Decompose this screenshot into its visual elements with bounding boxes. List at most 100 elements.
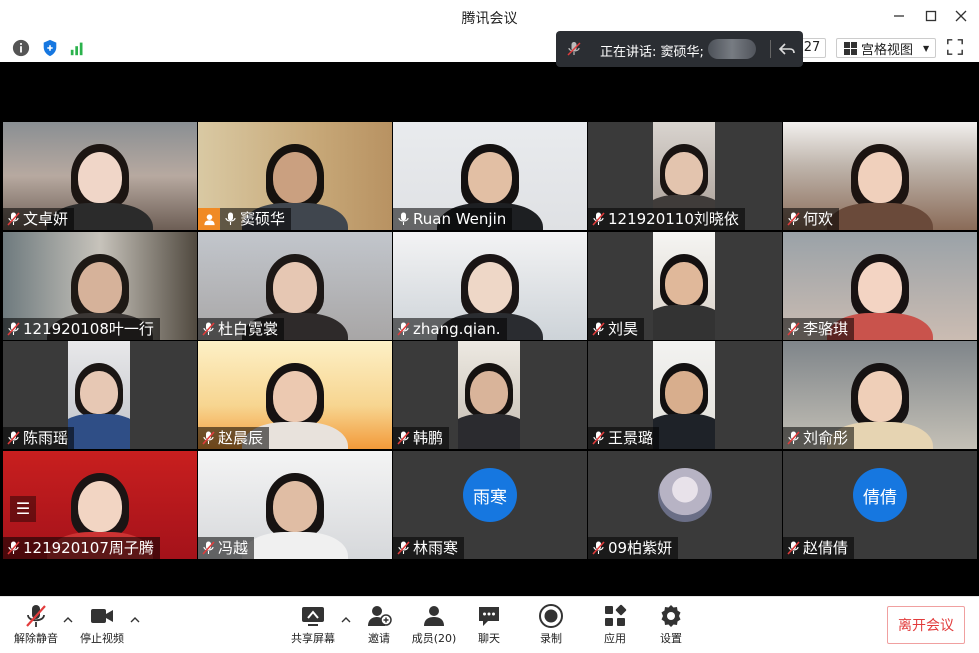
title-bar: 腾讯会议 (0, 0, 979, 34)
shoulders (242, 531, 348, 559)
video-tile[interactable]: Ruan Wenjin (393, 122, 587, 230)
stop-video-button[interactable]: 停止视频 (72, 601, 132, 649)
shoulders (827, 202, 933, 230)
invite-button[interactable]: 邀请 (349, 601, 409, 649)
divider (770, 40, 771, 58)
minimize-button[interactable] (884, 4, 914, 28)
participant-name: 刘俞彤 (803, 429, 849, 447)
info-icon (12, 39, 30, 57)
shoulders (653, 413, 715, 449)
video-tile[interactable]: 121920110刘晓依 (588, 122, 782, 230)
face (858, 262, 902, 313)
members-button[interactable]: 成员(20) (404, 601, 464, 649)
view-mode-dropdown[interactable]: 宫格视图 ▼ (836, 38, 936, 58)
face (858, 152, 902, 203)
grid-icon (844, 41, 857, 55)
close-button[interactable] (946, 4, 976, 28)
face (273, 371, 317, 422)
video-tile[interactable]: 09柏紫妍 (588, 451, 782, 559)
video-tile[interactable]: 冯越 (198, 451, 392, 559)
signal-icon (70, 42, 83, 56)
shoulders (653, 304, 715, 340)
participant-name-bar: 窦硕华 (220, 208, 292, 230)
video-tile[interactable]: zhang.qian. (393, 232, 587, 340)
participant-name-bar: 121920107周子腾 (3, 537, 160, 559)
menu-icon[interactable]: ☰ (10, 496, 36, 522)
video-tile[interactable]: 窦硕华 (198, 122, 392, 230)
mic-muted-icon (26, 605, 46, 627)
chevron-up-icon[interactable] (130, 615, 140, 625)
video-tile[interactable]: 杜白霓裳 (198, 232, 392, 340)
participant-name-bar: 刘俞彤 (783, 427, 855, 449)
camera-icon (91, 609, 113, 623)
share-screen-button[interactable]: 共享屏幕 (283, 601, 343, 649)
participant-video (653, 341, 715, 449)
participant-name: 冯越 (218, 539, 249, 557)
face (78, 262, 122, 313)
maximize-icon (925, 10, 937, 22)
video-tile[interactable]: 韩鹏 (393, 341, 587, 449)
fullscreen-button[interactable] (946, 38, 966, 58)
participant-name: 陈雨瑶 (23, 429, 69, 447)
fullscreen-icon (947, 39, 963, 55)
leave-meeting-button[interactable]: 离开会议 (887, 606, 965, 644)
record-label: 录制 (540, 632, 562, 645)
participant-name-bar: 林雨寒 (393, 537, 465, 559)
video-tile[interactable]: 倩倩 赵倩倩 (783, 451, 977, 559)
avatar: 倩倩 (853, 468, 907, 522)
chat-button[interactable]: 聊天 (459, 601, 519, 649)
video-tile[interactable]: 王景璐 (588, 341, 782, 449)
participant-name: zhang.qian. (413, 320, 501, 338)
meeting-info-button[interactable] (11, 38, 31, 58)
face (80, 371, 118, 414)
record-icon (539, 604, 563, 628)
chat-icon (479, 607, 499, 626)
video-tile[interactable]: 李骆琪 (783, 232, 977, 340)
video-tile[interactable]: 刘俞彤 (783, 341, 977, 449)
members-icon (424, 606, 444, 626)
video-tile[interactable]: 文卓妍 (3, 122, 197, 230)
face (665, 371, 703, 414)
video-tile[interactable]: 陈雨瑶 (3, 341, 197, 449)
participant-name-bar: 王景璐 (588, 427, 660, 449)
window-title: 腾讯会议 (461, 11, 518, 27)
blurred-region (708, 39, 756, 59)
maximize-button[interactable] (916, 4, 946, 28)
participant-name-bar: 赵晨辰 (198, 427, 270, 449)
avatar: 雨寒 (463, 468, 517, 522)
participant-name: Ruan Wenjin (413, 210, 507, 228)
participant-name: 121920110刘晓依 (608, 210, 739, 228)
close-icon (955, 10, 967, 22)
shoulders (458, 413, 520, 449)
video-grid: 文卓妍 窦硕华 Ruan Wenjin 121920110刘晓依 何欢 121920108… (3, 122, 978, 560)
share-screen-label: 共享屏幕 (291, 632, 335, 645)
record-button[interactable]: 录制 (521, 601, 581, 649)
unmute-button[interactable]: 解除静音 (6, 601, 66, 649)
face (665, 262, 703, 305)
participant-name: 赵倩倩 (803, 539, 849, 557)
participant-video (458, 341, 520, 449)
face (273, 481, 317, 532)
video-tile[interactable]: 何欢 (783, 122, 977, 230)
meeting-window: 腾讯会议 27 宫格视图 ▼ 正在讲话: 窦硕华; 文卓妍 窦硕华 Ruan W… (0, 0, 979, 653)
participant-name: 121920107周子腾 (23, 539, 154, 557)
video-tile[interactable]: ☰ 121920107周子腾 (3, 451, 197, 559)
participant-name-bar: 赵倩倩 (783, 537, 855, 559)
video-tile[interactable]: 雨寒林雨寒 (393, 451, 587, 559)
participant-video (653, 232, 715, 340)
share-screen-icon (302, 607, 324, 626)
apps-button[interactable]: 应用 (585, 601, 645, 649)
face (273, 262, 317, 313)
settings-button[interactable]: 设置 (641, 601, 701, 649)
participant-name: 赵晨辰 (218, 429, 264, 447)
network-status-button[interactable] (68, 38, 88, 58)
video-tile[interactable]: 121920108叶一行 (3, 232, 197, 340)
video-tile[interactable]: 刘昊 (588, 232, 782, 340)
security-button[interactable] (40, 38, 60, 58)
participant-name: 何欢 (803, 210, 834, 228)
face (665, 152, 703, 195)
shield-icon (43, 39, 57, 57)
video-tile[interactable]: 赵晨辰 (198, 341, 392, 449)
face (78, 152, 122, 203)
collapse-icon[interactable] (778, 40, 796, 58)
